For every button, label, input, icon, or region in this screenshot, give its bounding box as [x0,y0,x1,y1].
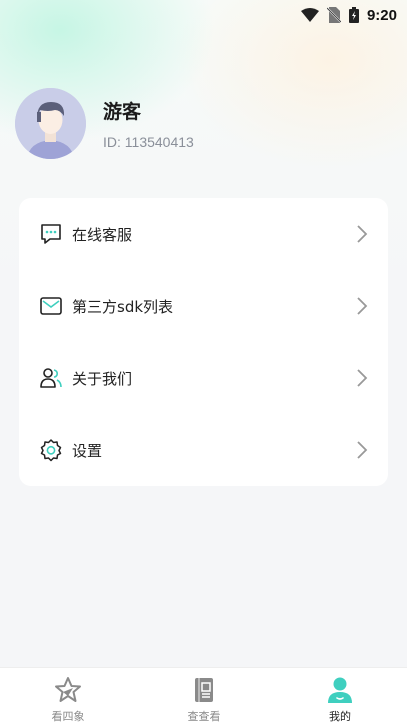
gear-icon [40,439,62,462]
chevron-right-icon [357,297,368,315]
users-icon [40,368,62,388]
menu-item-label: 第三方sdk列表 [72,297,174,316]
menu-card: 在线客服 第三方sdk列表 关于我们 设置 [19,198,388,486]
tab-kan-sixiang[interactable]: 看四象 [0,668,136,724]
menu-item-about-us[interactable]: 关于我们 [19,342,388,414]
tab-cha-cha-kan[interactable]: 查查看 [136,668,272,724]
wifi-icon [300,8,319,22]
bottom-tab-bar: 看四象 查查看 我的 [0,667,407,724]
tab-label: 我的 [329,710,351,723]
chevron-right-icon [357,369,368,387]
menu-item-settings[interactable]: 设置 [19,414,388,486]
chat-bubble-icon [41,224,61,244]
nickname: 游客 [103,101,142,123]
user-id: ID: 113540413 [103,134,194,150]
chevron-right-icon [357,225,368,243]
avatar[interactable] [15,88,86,159]
star-icon [55,677,81,702]
mail-icon [40,297,62,315]
chevron-right-icon [357,441,368,459]
menu-item-label: 在线客服 [72,225,133,244]
tab-label: 查查看 [187,710,221,723]
battery-icon [348,7,359,23]
tab-my[interactable]: 我的 [272,668,407,724]
menu-item-sdk-list[interactable]: 第三方sdk列表 [19,270,388,342]
menu-item-customer-service[interactable]: 在线客服 [19,198,388,270]
default-avatar-icon [15,88,86,159]
profile-header: 游客 ID: 113540413 [15,88,194,159]
no-sim-icon [326,7,341,23]
profile-icon [328,677,352,703]
menu-item-label: 设置 [72,441,103,460]
status-time: 9:20 [366,6,397,24]
tab-label: 看四象 [51,710,85,723]
status-bar: 9:20 [0,0,407,30]
menu-item-label: 关于我们 [72,369,133,388]
book-icon [195,678,213,702]
